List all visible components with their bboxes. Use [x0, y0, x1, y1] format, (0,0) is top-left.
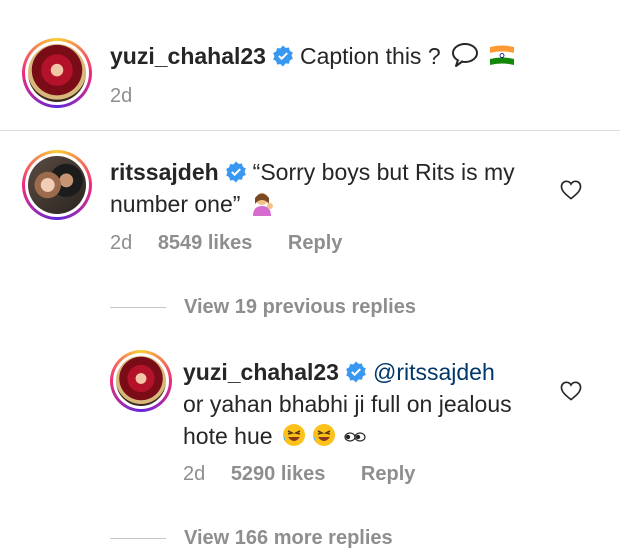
speech-bubble-icon	[452, 43, 479, 67]
reply-author-username[interactable]: yuzi_chahal23	[183, 359, 339, 385]
reply-text-line-1: or yahan bhabhi ji full on jealous	[183, 391, 512, 417]
woman-tipping-hand-emoji-icon	[252, 193, 273, 216]
reply-author-avatar[interactable]	[110, 350, 172, 412]
verified-badge-icon	[273, 45, 293, 67]
comment-body: ritssajdeh “Sorry boys but Rits is my num…	[110, 156, 550, 220]
reply-meta: 2d 5290 likes Reply	[183, 463, 415, 486]
reply-text-line-2: hote hue	[183, 423, 273, 449]
india-flag-icon	[489, 45, 514, 65]
rofl-emoji-icon	[282, 424, 305, 446]
view-previous-replies-button[interactable]: View 19 previous replies	[110, 296, 416, 319]
reply-like-heart-icon[interactable]	[560, 381, 582, 401]
comment-text-line-2: number one”	[110, 191, 241, 217]
verified-badge-icon	[225, 161, 246, 183]
comment-meta: 2d 8549 likes Reply	[110, 232, 342, 255]
commenter-username[interactable]: ritssajdeh	[110, 159, 219, 185]
verified-badge-icon	[346, 361, 366, 383]
post-author-username[interactable]: yuzi_chahal23	[110, 43, 266, 69]
view-more-replies-button[interactable]: View 166 more replies	[110, 527, 393, 550]
divider	[0, 130, 620, 131]
post-caption-line: yuzi_chahal23 Caption this ?	[110, 40, 516, 72]
post-author-avatar[interactable]	[22, 38, 92, 108]
replies-divider-line	[110, 538, 166, 540]
comment-likes-count[interactable]: 8549 likes	[158, 232, 253, 254]
reply-mention-link[interactable]: @ritssajdeh	[373, 359, 495, 385]
view-previous-replies-label: View 19 previous replies	[184, 296, 416, 318]
rofl-emoji-icon	[313, 424, 336, 446]
reply-body: yuzi_chahal23 @ritssajdeh or yahan bhabhi…	[183, 356, 553, 452]
commenter-avatar[interactable]	[22, 150, 92, 220]
eyes-emoji-icon	[344, 432, 366, 442]
reply-reply-button[interactable]: Reply	[361, 463, 415, 485]
view-more-replies-label: View 166 more replies	[184, 527, 393, 549]
post-timestamp: 2d	[110, 85, 133, 107]
comment-like-heart-icon[interactable]	[560, 180, 582, 200]
reply-timestamp: 2d	[183, 463, 206, 485]
comment-text-line-1: “Sorry boys but Rits is my	[252, 159, 515, 185]
post-caption: Caption this ?	[299, 43, 441, 69]
comment-reply-button[interactable]: Reply	[288, 232, 342, 254]
reply-likes-count[interactable]: 5290 likes	[231, 463, 326, 485]
replies-divider-line	[110, 307, 166, 309]
comment-timestamp: 2d	[110, 232, 133, 254]
